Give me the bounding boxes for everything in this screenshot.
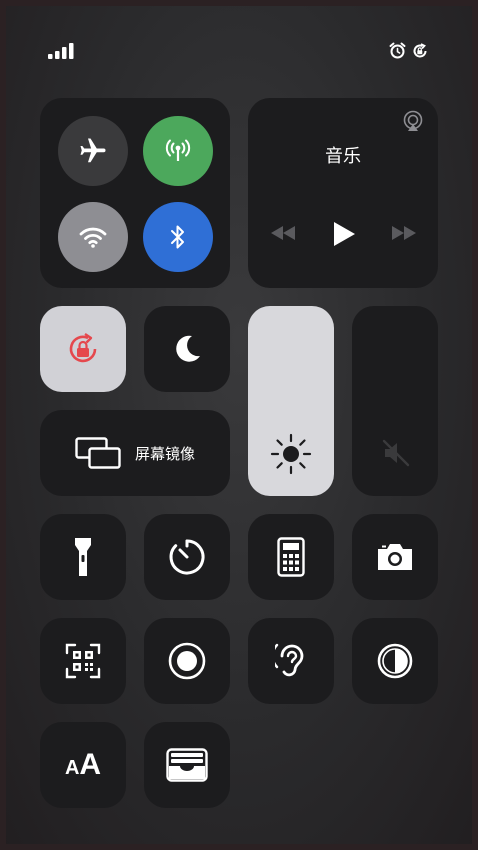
screen-record-button[interactable] — [144, 618, 230, 704]
screen-mirroring-label: 屏幕镜像 — [134, 445, 195, 463]
timer-button[interactable] — [144, 514, 230, 600]
screen-mirroring-button[interactable]: 屏幕镜像 — [40, 410, 230, 496]
flashlight-icon — [73, 536, 93, 578]
music-title: 音乐 — [325, 146, 361, 166]
dark-mode-button[interactable] — [352, 618, 438, 704]
rotation-lock-button[interactable] — [40, 306, 126, 392]
timer-icon — [167, 537, 207, 577]
volume-slider[interactable] — [352, 306, 438, 496]
calculator-button[interactable] — [248, 514, 334, 600]
hearing-icon — [275, 641, 307, 681]
signal-bars — [48, 43, 76, 59]
dark-mode-icon — [375, 641, 415, 681]
screen-mirroring-icon — [75, 437, 121, 469]
connectivity-panel — [40, 98, 230, 288]
do-not-disturb-button[interactable] — [144, 306, 230, 392]
text-size-button[interactable]: AA — [40, 722, 126, 808]
cellular-data-toggle[interactable] — [143, 116, 213, 186]
airplane-icon — [78, 136, 108, 166]
wallet-button[interactable] — [144, 722, 230, 808]
music-panel[interactable]: 音乐 — [248, 98, 438, 288]
play-icon[interactable] — [332, 221, 356, 247]
qr-scanner-icon — [65, 643, 101, 679]
moon-icon — [170, 332, 204, 366]
airplane-mode-toggle[interactable] — [58, 116, 128, 186]
rewind-icon[interactable] — [270, 225, 296, 241]
screen-record-icon — [167, 641, 207, 681]
bluetooth-toggle[interactable] — [143, 202, 213, 272]
hearing-button[interactable] — [248, 618, 334, 704]
flashlight-button[interactable] — [40, 514, 126, 600]
bluetooth-icon — [168, 222, 188, 252]
alarm-icon — [389, 42, 406, 59]
airplay-icon[interactable] — [402, 110, 424, 132]
camera-icon — [375, 542, 415, 572]
rotation-lock-icon — [63, 329, 103, 369]
text-size-icon: AA — [64, 748, 102, 781]
wifi-icon — [78, 224, 108, 250]
cellular-antenna-icon — [163, 136, 193, 166]
wallet-icon — [166, 748, 208, 782]
rotation-lock-small-icon — [411, 42, 429, 60]
sun-icon — [269, 432, 313, 476]
mute-icon — [381, 438, 411, 468]
camera-button[interactable] — [352, 514, 438, 600]
qr-scanner-button[interactable] — [40, 618, 126, 704]
wifi-toggle[interactable] — [58, 202, 128, 272]
fast-forward-icon[interactable] — [391, 225, 417, 241]
brightness-slider[interactable] — [248, 306, 334, 496]
calculator-icon — [277, 537, 305, 577]
